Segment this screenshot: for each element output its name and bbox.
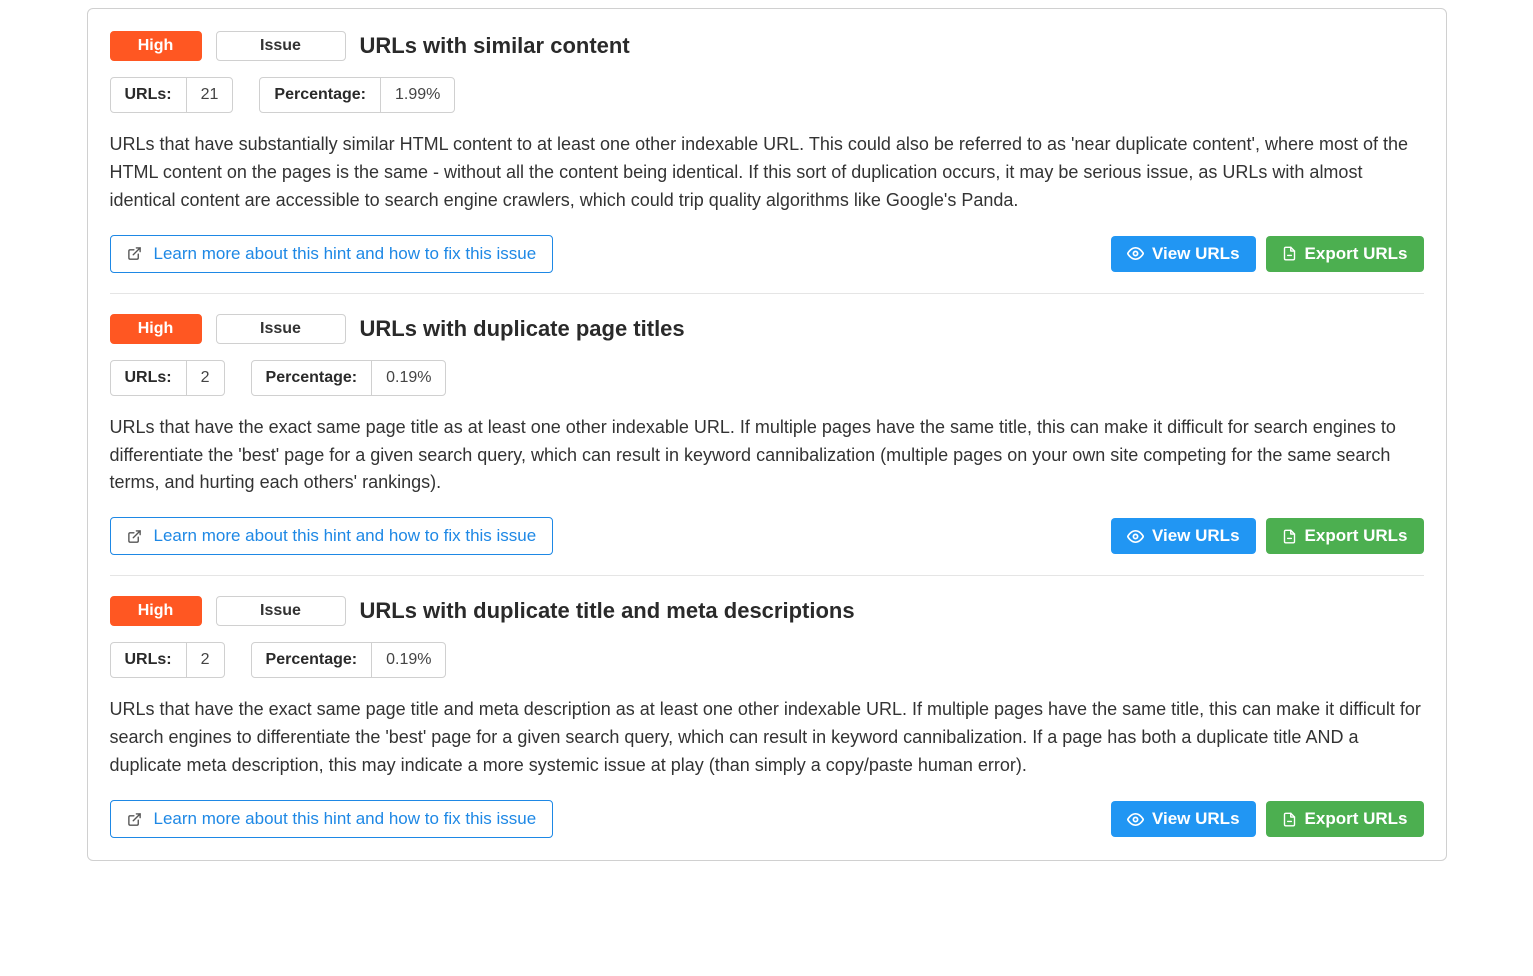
urls-count-group: URLs: 21 [110, 77, 234, 113]
urls-count-group: URLs: 2 [110, 642, 225, 678]
file-export-icon [1282, 812, 1297, 827]
learn-more-label: Learn more about this hint and how to fi… [154, 526, 537, 546]
eye-icon [1127, 528, 1144, 545]
file-export-icon [1282, 246, 1297, 261]
actions-row: Learn more about this hint and how to fi… [110, 800, 1424, 838]
issue-header: High Issue URLs with duplicate page titl… [110, 314, 1424, 344]
external-link-icon [127, 529, 142, 544]
learn-more-link[interactable]: Learn more about this hint and how to fi… [110, 517, 554, 555]
type-badge: Issue [216, 596, 346, 626]
view-urls-button[interactable]: View URLs [1111, 236, 1256, 272]
urls-count-value: 2 [187, 361, 224, 395]
view-urls-button[interactable]: View URLs [1111, 801, 1256, 837]
urls-count-group: URLs: 2 [110, 360, 225, 396]
type-badge: Issue [216, 314, 346, 344]
view-urls-label: View URLs [1152, 526, 1240, 546]
urls-count-label: URLs: [111, 78, 187, 112]
urls-count-label: URLs: [111, 643, 187, 677]
percentage-group: Percentage: 0.19% [251, 642, 447, 678]
eye-icon [1127, 245, 1144, 262]
export-urls-button[interactable]: Export URLs [1266, 236, 1424, 272]
learn-more-label: Learn more about this hint and how to fi… [154, 244, 537, 264]
view-urls-label: View URLs [1152, 244, 1240, 264]
export-urls-button[interactable]: Export URLs [1266, 801, 1424, 837]
urls-count-value: 2 [187, 643, 224, 677]
export-urls-label: Export URLs [1305, 244, 1408, 264]
issue-header: High Issue URLs with similar content [110, 31, 1424, 61]
learn-more-link[interactable]: Learn more about this hint and how to fi… [110, 800, 554, 838]
stats-row: URLs: 21 Percentage: 1.99% [110, 77, 1424, 113]
issue-title: URLs with similar content [360, 33, 630, 59]
urls-count-value: 21 [187, 78, 233, 112]
view-urls-button[interactable]: View URLs [1111, 518, 1256, 554]
percentage-value: 0.19% [372, 643, 445, 677]
export-urls-button[interactable]: Export URLs [1266, 518, 1424, 554]
external-link-icon [127, 812, 142, 827]
percentage-group: Percentage: 1.99% [259, 77, 455, 113]
severity-badge: High [110, 596, 202, 626]
percentage-label: Percentage: [252, 361, 373, 395]
learn-more-label: Learn more about this hint and how to fi… [154, 809, 537, 829]
percentage-group: Percentage: 0.19% [251, 360, 447, 396]
percentage-label: Percentage: [260, 78, 381, 112]
export-urls-label: Export URLs [1305, 526, 1408, 546]
view-urls-label: View URLs [1152, 809, 1240, 829]
actions-row: Learn more about this hint and how to fi… [110, 517, 1424, 555]
issue-title: URLs with duplicate title and meta descr… [360, 598, 855, 624]
percentage-label: Percentage: [252, 643, 373, 677]
stats-row: URLs: 2 Percentage: 0.19% [110, 642, 1424, 678]
actions-row: Learn more about this hint and how to fi… [110, 235, 1424, 273]
issue-block: High Issue URLs with duplicate title and… [110, 596, 1424, 838]
type-badge: Issue [216, 31, 346, 61]
export-urls-label: Export URLs [1305, 809, 1408, 829]
issue-header: High Issue URLs with duplicate title and… [110, 596, 1424, 626]
urls-count-label: URLs: [111, 361, 187, 395]
issue-description: URLs that have the exact same page title… [110, 696, 1424, 780]
severity-badge: High [110, 31, 202, 61]
severity-badge: High [110, 314, 202, 344]
percentage-value: 1.99% [381, 78, 454, 112]
external-link-icon [127, 246, 142, 261]
percentage-value: 0.19% [372, 361, 445, 395]
file-export-icon [1282, 529, 1297, 544]
issue-block: High Issue URLs with similar content URL… [110, 31, 1424, 294]
issue-description: URLs that have the exact same page title… [110, 414, 1424, 498]
stats-row: URLs: 2 Percentage: 0.19% [110, 360, 1424, 396]
issue-title: URLs with duplicate page titles [360, 316, 685, 342]
issue-block: High Issue URLs with duplicate page titl… [110, 314, 1424, 577]
learn-more-link[interactable]: Learn more about this hint and how to fi… [110, 235, 554, 273]
eye-icon [1127, 811, 1144, 828]
issue-description: URLs that have substantially similar HTM… [110, 131, 1424, 215]
